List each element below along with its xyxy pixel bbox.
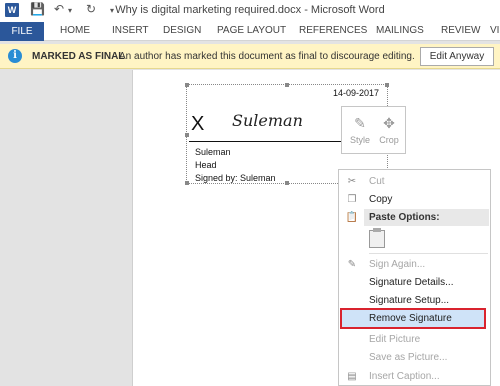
menu-item-label: Save as Picture... [369,352,448,363]
crop-button[interactable]: ✥ Crop [375,111,403,151]
menu-item-insert-caption[interactable]: ▤ Insert Caption... [339,368,490,385]
final-label: MARKED AS FINAL [32,51,125,62]
clipboard-icon: 📋 [345,212,359,223]
menu-item-label: Sign Again... [369,259,426,270]
menu-item-sign-again[interactable]: ✎ Sign Again... [339,256,490,273]
tab-design[interactable]: DESIGN [163,25,201,36]
tab-references[interactable]: REFERENCES [299,25,367,36]
resize-handle[interactable] [385,83,389,87]
menu-item-label: Remove Signature [369,313,452,324]
tab-file[interactable]: FILE [0,22,44,41]
tab-insert[interactable]: INSERT [112,25,149,36]
signer-title: Head [195,160,217,170]
info-icon: i [8,49,22,63]
menu-item-cut[interactable]: ✂ Cut [339,173,490,190]
signer-name: Suleman [195,147,231,157]
menu-item-label: Signature Setup... [369,295,450,306]
copy-icon: ❐ [347,194,357,205]
tab-review[interactable]: REVIEW [441,25,480,36]
style-button[interactable]: ✎ Style [346,111,374,151]
style-icon: ✎ [354,115,366,131]
tab-mailings[interactable]: MAILINGS [376,25,424,36]
menu-item-signature-setup[interactable]: Signature Setup... [339,292,490,309]
signature-date: 14-09-2017 [332,88,379,98]
window-title: Why is digital marketing required.docx -… [115,4,385,16]
paste-options-header: Paste Options: [364,209,489,226]
crop-icon: ✥ [383,115,395,131]
tab-page-layout[interactable]: PAGE LAYOUT [217,25,286,36]
resize-handle[interactable] [185,133,189,137]
caption-icon: ▤ [347,371,357,382]
mini-toolbar: ✎ Style ✥ Crop [341,106,406,154]
tab-view[interactable]: VIEW [490,25,500,36]
signature-x-mark: X [191,113,205,135]
paste-keep-formatting-icon[interactable] [369,228,385,248]
resize-handle[interactable] [285,83,289,87]
marked-as-final-bar: i MARKED AS FINAL An author has marked t… [0,44,500,69]
menu-item-remove-signature[interactable]: Remove Signature [340,308,486,329]
ribbon-tabs: FILE HOME INSERT DESIGN PAGE LAYOUT REFE… [0,22,500,41]
signature-script: Suleman [232,111,303,130]
menu-item-label: Cut [369,176,385,187]
context-menu: ✂ Cut ❐ Copy 📋 Paste Options: ✎ Sign Aga… [338,169,491,386]
style-label: Style [349,135,370,145]
sign-icon: ✎ [347,259,357,270]
menu-item-copy[interactable]: ❐ Copy [339,191,490,208]
resize-handle[interactable] [185,181,189,185]
menu-item-edit-picture[interactable]: Edit Picture [339,331,490,348]
menu-item-save-as-picture[interactable]: Save as Picture... [339,349,490,366]
menu-separator [369,253,488,254]
resize-handle[interactable] [185,83,189,87]
edit-anyway-button[interactable]: Edit Anyway [420,47,494,66]
title-bar: W 💾 ↶ ▾ ↻ ▾ Why is digital marketing req… [0,0,500,22]
menu-item-label: Signature Details... [369,277,454,288]
menu-item-label: Insert Caption... [369,371,440,382]
menu-item-label: Copy [369,194,393,205]
crop-label: Crop [379,135,399,145]
menu-item-signature-details[interactable]: Signature Details... [339,274,490,291]
tab-home[interactable]: HOME [60,25,90,36]
scissors-icon: ✂ [347,176,357,187]
signed-by-text: Signed by: Suleman [195,173,276,183]
final-message: An author has marked this document as fi… [119,51,415,62]
menu-item-label: Edit Picture [369,334,421,345]
resize-handle[interactable] [285,181,289,185]
